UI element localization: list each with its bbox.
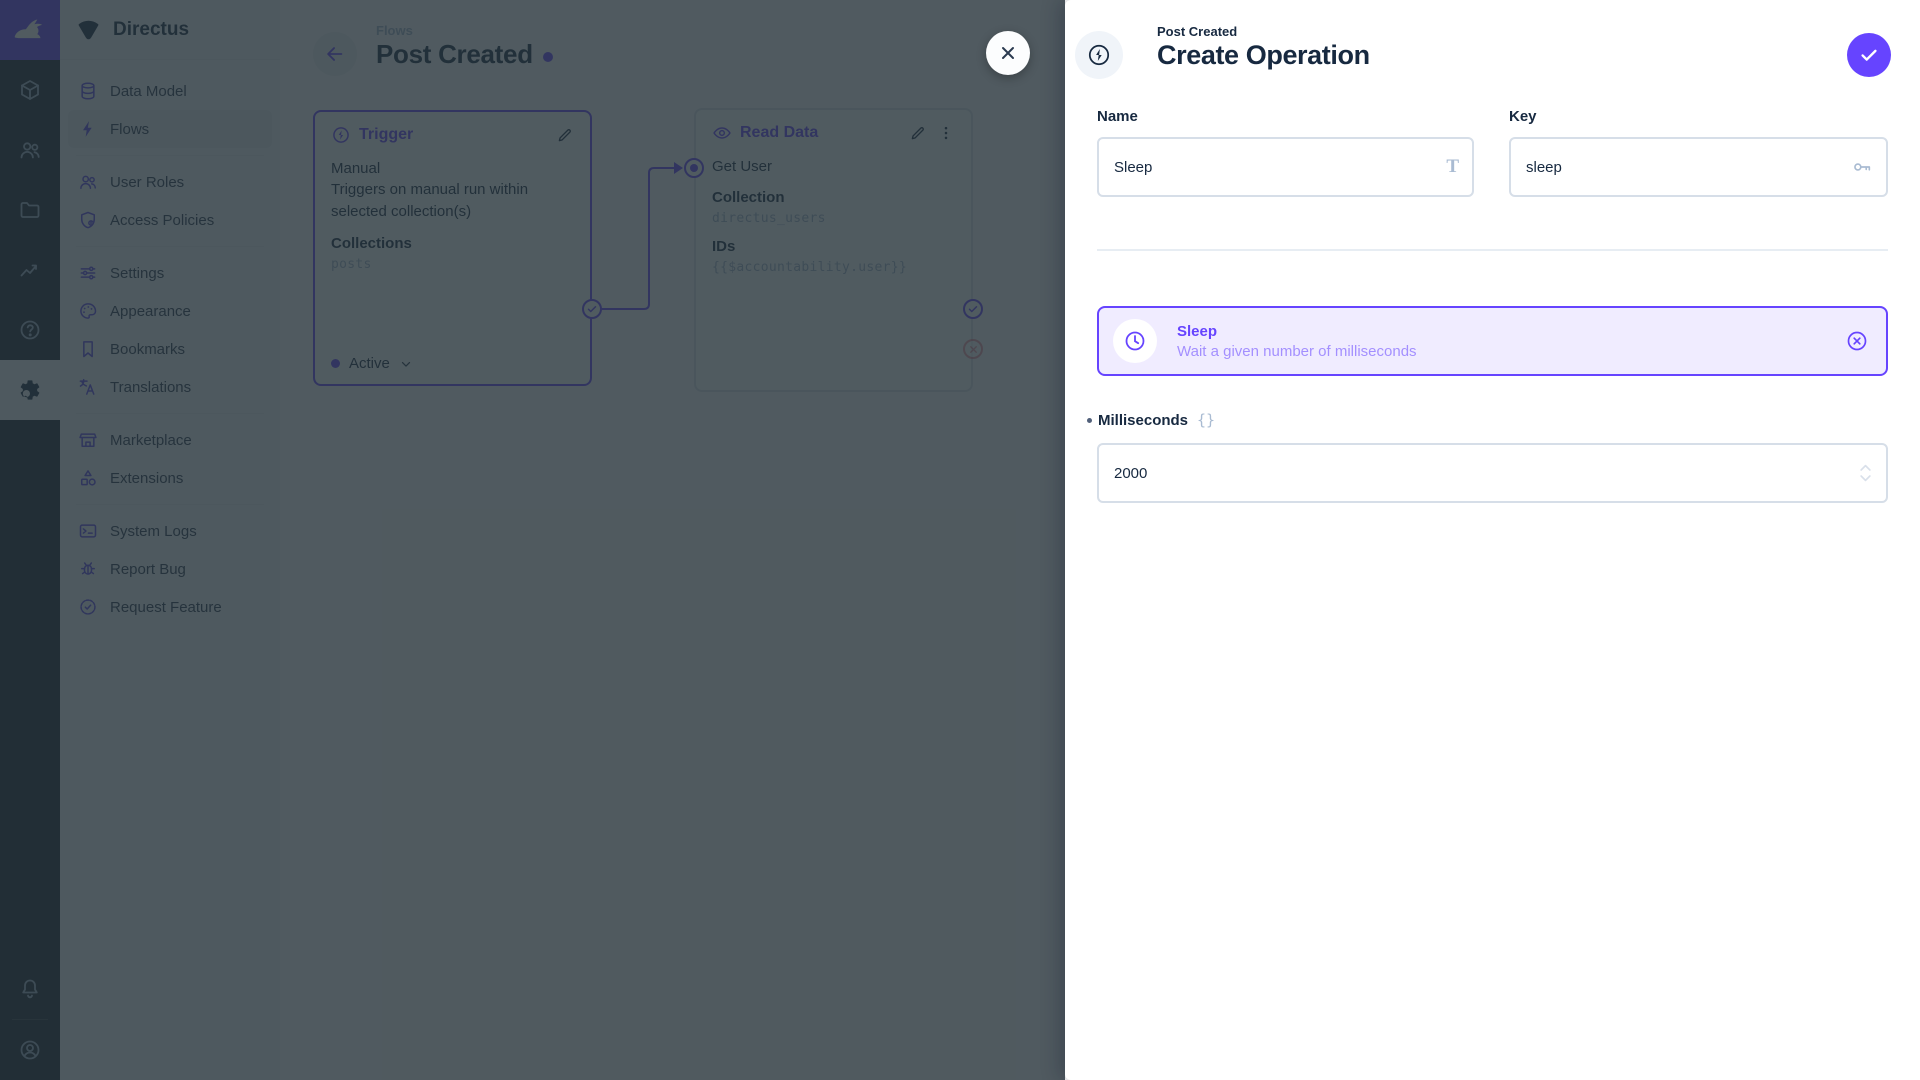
key-input[interactable]: [1509, 137, 1888, 197]
stepper-up-icon[interactable]: [1858, 463, 1873, 473]
modal-overlay[interactable]: [0, 0, 1065, 1080]
clock-icon: [1125, 331, 1145, 351]
close-drawer-button[interactable]: [986, 31, 1030, 75]
create-operation-drawer: Post Created Create Operation Name T Key: [1065, 0, 1920, 1080]
drawer-title: Create Operation: [1157, 40, 1370, 70]
raw-value-toggle-icon[interactable]: {}: [1197, 411, 1215, 429]
milliseconds-field-label: Milliseconds: [1098, 411, 1189, 429]
save-button[interactable]: [1847, 33, 1891, 77]
drawer-header-badge: [1075, 31, 1123, 79]
operation-avatar: [1113, 319, 1157, 363]
section-divider: [1097, 249, 1888, 251]
required-dot: [1087, 417, 1092, 423]
title-format-icon: T: [1446, 156, 1459, 177]
selected-operation-name: Sleep: [1177, 322, 1218, 340]
selected-operation-card[interactable]: Sleep Wait a given number of millisecond…: [1097, 306, 1888, 376]
check-icon: [1861, 49, 1877, 61]
milliseconds-input[interactable]: [1097, 443, 1888, 503]
deselect-operation-button[interactable]: [1845, 329, 1869, 353]
name-field-label: Name: [1097, 108, 1138, 125]
name-input[interactable]: [1097, 137, 1474, 197]
key-field-label: Key: [1509, 108, 1537, 125]
drawer-context: Post Created: [1157, 24, 1238, 39]
stepper-down-icon[interactable]: [1858, 474, 1873, 484]
selected-operation-description: Wait a given number of milliseconds: [1177, 342, 1417, 360]
key-icon: [1851, 156, 1873, 178]
x-circle-icon: [1847, 331, 1867, 351]
bolt-circle-icon: [1088, 44, 1110, 66]
number-stepper: [1858, 463, 1873, 484]
close-icon: [1002, 47, 1014, 59]
